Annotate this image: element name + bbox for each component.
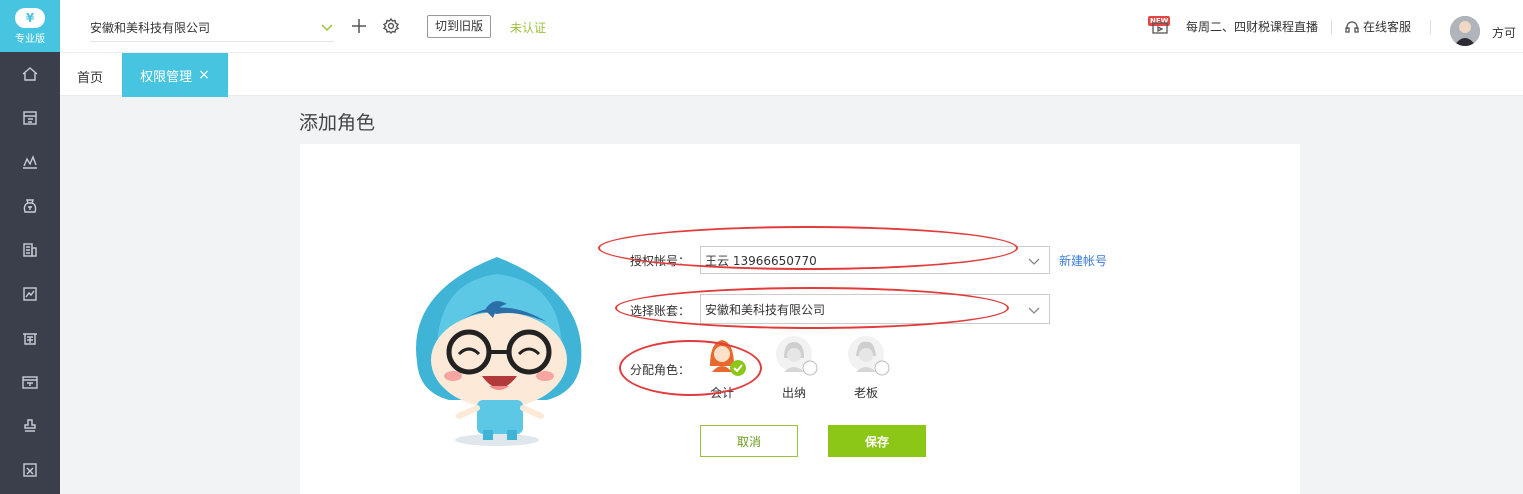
save-button[interactable]: 保存 bbox=[828, 425, 926, 457]
chevron-down-icon bbox=[321, 24, 333, 32]
annotation-ellipse-account bbox=[598, 226, 1018, 270]
divider bbox=[1331, 20, 1332, 34]
online-service-text: 在线客服 bbox=[1363, 20, 1412, 34]
tab-permission-management[interactable]: 权限管理 × bbox=[122, 53, 228, 97]
money-bag-icon[interactable] bbox=[20, 196, 40, 216]
company-select[interactable]: 安徽和美科技有限公司 bbox=[90, 14, 334, 42]
role-label-boss: 老板 bbox=[853, 386, 878, 400]
user-name[interactable]: 方可 bbox=[1492, 24, 1516, 41]
live-course-text: 每周二、四财税课程直播 bbox=[1186, 20, 1319, 34]
tv-icon: NEW bbox=[1148, 15, 1171, 34]
page-title: 添加角色 bbox=[299, 112, 376, 134]
boss-avatar-icon bbox=[848, 336, 890, 376]
new-account-link[interactable]: 新建帐号 bbox=[1059, 252, 1107, 269]
radio-unchecked-icon bbox=[874, 360, 890, 376]
building-icon[interactable] bbox=[20, 240, 40, 260]
cancel-button[interactable]: 取消 bbox=[700, 425, 798, 457]
plus-icon[interactable] bbox=[350, 17, 368, 35]
app-logo[interactable]: ¥ 专业版 bbox=[0, 0, 60, 52]
live-course-link[interactable]: NEW 每周二、四财税课程直播 bbox=[1148, 15, 1319, 35]
role-boss[interactable]: 老板 bbox=[844, 336, 890, 401]
mascot-illustration bbox=[416, 257, 582, 446]
avatar[interactable] bbox=[1450, 16, 1480, 46]
tax-icon[interactable] bbox=[20, 328, 40, 348]
tab-label: 权限管理 bbox=[140, 69, 193, 85]
online-service-link[interactable]: 在线客服 bbox=[1345, 18, 1411, 35]
role-cashier[interactable]: 出纳 bbox=[772, 336, 818, 401]
tab-home[interactable]: 首页 bbox=[77, 67, 103, 86]
chart-icon[interactable] bbox=[20, 152, 40, 172]
home-icon[interactable] bbox=[20, 64, 40, 84]
tab-bar: 首页 权限管理 × bbox=[60, 52, 1523, 97]
divider bbox=[1430, 20, 1431, 34]
stamp-icon[interactable] bbox=[20, 416, 40, 436]
settings-doc-icon[interactable] bbox=[20, 460, 40, 480]
annotation-ellipse-role bbox=[619, 340, 762, 396]
role-label-cashier: 出纳 bbox=[781, 386, 806, 400]
cashier-avatar-icon bbox=[776, 336, 818, 376]
sidebar: ¥ 专业版 bbox=[0, 0, 60, 494]
logo-text: 专业版 bbox=[15, 33, 45, 45]
chevron-down-icon bbox=[1028, 258, 1040, 265]
gear-icon[interactable] bbox=[382, 17, 400, 35]
close-icon[interactable]: × bbox=[198, 67, 210, 83]
annotation-ellipse-book bbox=[615, 287, 1009, 329]
unverified-status[interactable]: 未认证 bbox=[510, 19, 546, 36]
company-name: 安徽和美科技有限公司 bbox=[90, 21, 211, 35]
voucher-icon[interactable] bbox=[20, 108, 40, 128]
switch-old-version-button[interactable]: 切到旧版 bbox=[427, 15, 492, 38]
headset-icon bbox=[1345, 20, 1359, 33]
radio-unchecked-icon bbox=[802, 360, 818, 376]
top-bar: 安徽和美科技有限公司 切到旧版 未认证 NEW 每周二、四财税课程直播 在线客服… bbox=[60, 0, 1523, 52]
asset-icon[interactable] bbox=[20, 372, 40, 392]
chevron-down-icon bbox=[1028, 307, 1040, 314]
report-icon[interactable] bbox=[20, 284, 40, 304]
cloud-logo-icon: ¥ bbox=[15, 7, 45, 28]
